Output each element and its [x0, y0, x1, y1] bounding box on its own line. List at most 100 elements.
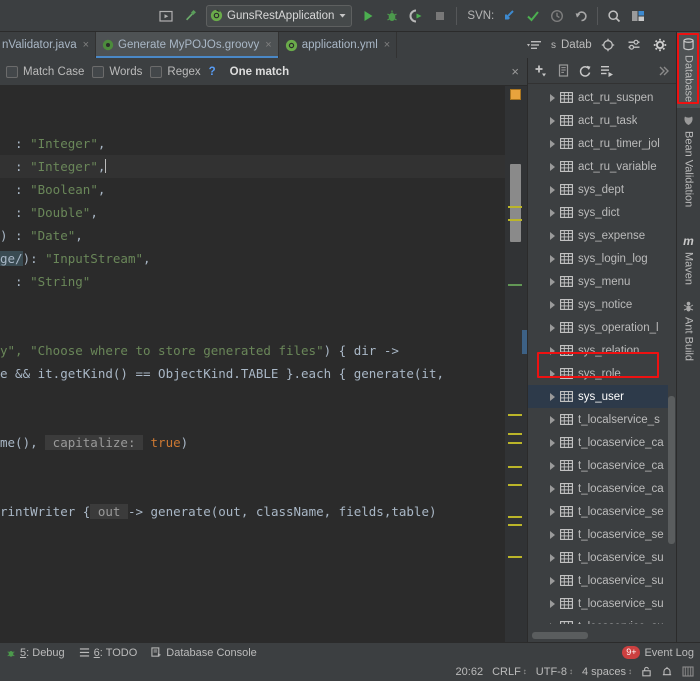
database-tree-hscrollbar[interactable] [532, 632, 588, 639]
editor-marker[interactable] [508, 442, 522, 444]
expand-arrow-icon[interactable] [550, 231, 555, 240]
search-everywhere-icon[interactable] [603, 5, 625, 27]
run-icon[interactable] [357, 5, 379, 27]
words-box[interactable] [92, 65, 105, 78]
code-line[interactable] [0, 316, 505, 339]
tree-item-t_locaservice_se[interactable]: t_locaservice_se [528, 500, 668, 523]
sidebar-item-bean-validation[interactable]: Bean Validation [677, 108, 700, 228]
tree-item-sys_login_log[interactable]: sys_login_log [528, 247, 668, 270]
encoding-selector[interactable]: UTF-8 ↕ [536, 666, 573, 678]
editor-tab-0[interactable]: nValidator.java × [0, 32, 97, 58]
code-line[interactable]: : "Integer", [0, 132, 505, 155]
expand-arrow-icon[interactable] [550, 530, 555, 539]
words-checkbox[interactable]: Words [92, 65, 142, 78]
editor-tab-1[interactable]: Generate MyPOJOs.groovy × [96, 32, 279, 58]
expand-arrow-icon[interactable] [550, 93, 555, 102]
memory-indicator[interactable] [682, 666, 694, 677]
database-tree-scroll-thumb[interactable] [668, 396, 675, 544]
code-line[interactable]: me(), capitalize: true) [0, 431, 505, 454]
code-line[interactable] [0, 454, 505, 477]
regex-checkbox[interactable]: Regex [150, 65, 201, 78]
svn-update-icon[interactable] [498, 5, 520, 27]
tree-item-sys_expense[interactable]: sys_expense [528, 224, 668, 247]
code-line[interactable] [0, 293, 505, 316]
expand-arrow-icon[interactable] [550, 369, 555, 378]
expand-arrow-icon[interactable] [550, 599, 555, 608]
bottom-tab-database-console[interactable]: Database Console [151, 647, 257, 659]
editor-marker[interactable] [508, 414, 522, 416]
refresh-icon[interactable] [576, 62, 594, 80]
run-query-icon[interactable] [598, 62, 616, 80]
inspection-status-icon[interactable] [510, 89, 521, 100]
database-tree-scrollbar[interactable] [668, 84, 675, 624]
debug-icon[interactable] [381, 5, 403, 27]
code-line[interactable] [0, 408, 505, 431]
bottom-tab-debug[interactable]: 5: Debug [6, 647, 65, 659]
match-case-checkbox[interactable]: Match Case [6, 65, 84, 78]
collapse-all-icon[interactable] [654, 62, 672, 80]
tree-item-sys_role[interactable]: sys_role [528, 362, 668, 385]
editor-tab-2[interactable]: application.yml × [279, 32, 398, 58]
tree-item-t_locaservice_ca[interactable]: t_locaservice_ca [528, 431, 668, 454]
expand-arrow-icon[interactable] [550, 484, 555, 493]
expand-arrow-icon[interactable] [550, 346, 555, 355]
code-line[interactable] [0, 86, 505, 109]
build-hammer-icon[interactable] [179, 5, 201, 27]
tree-item-sys_notice[interactable]: sys_notice [528, 293, 668, 316]
match-case-box[interactable] [6, 65, 18, 78]
code-line[interactable]: rintWriter { out -> generate(out, classN… [0, 500, 505, 523]
editor-marker[interactable] [508, 524, 522, 526]
indent-selector[interactable]: 4 spaces ↕ [582, 666, 632, 678]
svn-history-icon[interactable] [546, 5, 568, 27]
tree-item-sys_dict[interactable]: sys_dict [528, 201, 668, 224]
expand-arrow-icon[interactable] [550, 185, 555, 194]
run-with-coverage-icon[interactable] [405, 5, 427, 27]
sidebar-item-database[interactable]: Database [677, 32, 700, 108]
tree-item-act_ru_timer_jol[interactable]: act_ru_timer_jol [528, 132, 668, 155]
expand-arrow-icon[interactable] [550, 323, 555, 332]
editor-marker-strip[interactable] [505, 86, 527, 642]
code-line[interactable]: : "Double", [0, 201, 505, 224]
code-line[interactable]: : "String" [0, 270, 505, 293]
tree-item-act_ru_variable[interactable]: act_ru_variable [528, 155, 668, 178]
sort-tabs-icon[interactable] [522, 34, 548, 56]
add-datasource-icon[interactable] [532, 62, 550, 80]
properties-icon[interactable] [554, 62, 572, 80]
database-tree[interactable]: act_ru_suspen act_ru_task act_ru_timer_jol… [528, 84, 668, 624]
lock-icon[interactable] [641, 666, 652, 677]
expand-arrow-icon[interactable] [550, 507, 555, 516]
tree-item-t_locaservice_ca[interactable]: t_locaservice_ca [528, 454, 668, 477]
tree-item-t_locaservice_se[interactable]: t_locaservice_se [528, 523, 668, 546]
editor-marker[interactable] [508, 516, 522, 518]
tree-item-t_locaservice_su[interactable]: t_locaservice_su [528, 569, 668, 592]
expand-arrow-icon[interactable] [550, 300, 555, 309]
expand-arrow-icon[interactable] [550, 208, 555, 217]
tab-close-1[interactable]: × [265, 39, 271, 51]
editor-marker[interactable] [508, 484, 522, 486]
regex-help-icon[interactable]: ? [209, 66, 216, 78]
code-line[interactable]: : "Boolean", [0, 178, 505, 201]
editor-marker[interactable] [508, 466, 522, 468]
chevron-down-icon[interactable] [338, 11, 347, 20]
expand-arrow-icon[interactable] [550, 116, 555, 125]
tree-item-t_locaservice_su[interactable]: t_locaservice_su [528, 615, 668, 624]
svn-rollback-icon[interactable] [570, 5, 592, 27]
tree-item-t_locaservice_su[interactable]: t_locaservice_su [528, 592, 668, 615]
gear-icon[interactable] [649, 34, 671, 56]
expand-arrow-icon[interactable] [550, 553, 555, 562]
event-log-button[interactable]: 9+ Event Log [622, 646, 694, 659]
expand-arrow-icon[interactable] [550, 576, 555, 585]
run-configuration-selector[interactable]: GunsRestApplication [206, 4, 353, 27]
expand-arrow-icon[interactable] [550, 254, 555, 263]
tree-item-act_ru_task[interactable]: act_ru_task [528, 109, 668, 132]
tree-item-sys_menu[interactable]: sys_menu [528, 270, 668, 293]
regex-box[interactable] [150, 65, 163, 78]
expand-arrow-icon[interactable] [550, 415, 555, 424]
tree-item-sys_operation_l[interactable]: sys_operation_l [528, 316, 668, 339]
code-line[interactable]: y", "Choose where to store generated fil… [0, 339, 505, 362]
tree-item-sys_user[interactable]: sys_user [528, 385, 668, 408]
expand-arrow-icon[interactable] [550, 438, 555, 447]
editor-marker[interactable] [508, 556, 522, 558]
code-line[interactable]: e && it.getKind() == ObjectKind.TABLE }.… [0, 362, 505, 385]
code-line[interactable]: : "Integer", [0, 155, 505, 178]
